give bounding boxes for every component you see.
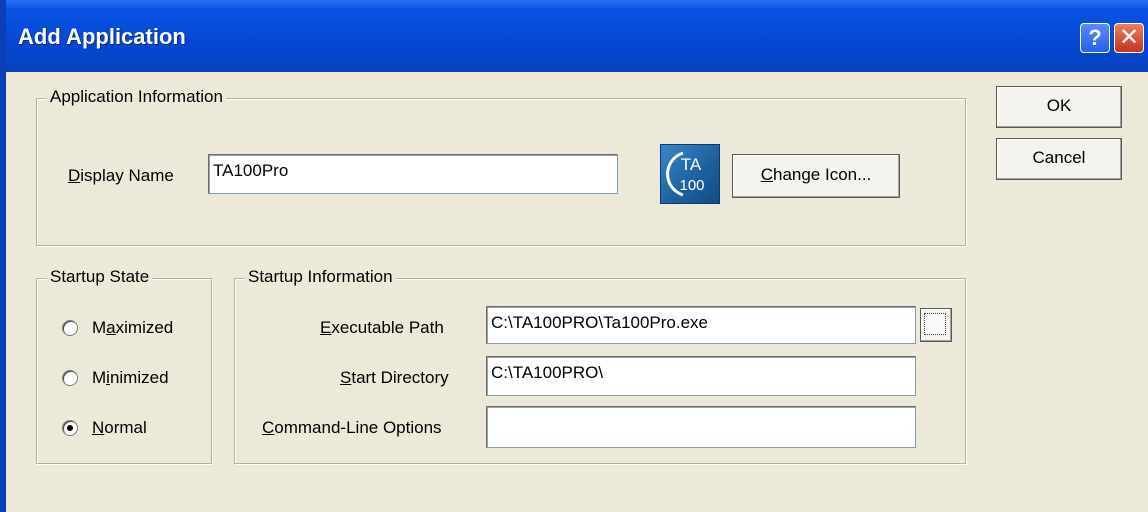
browse-icon xyxy=(924,313,946,335)
application-icon: TA 100 xyxy=(660,144,720,204)
application-information-legend: Application Information xyxy=(47,87,226,107)
change-icon-button[interactable]: Change Icon... xyxy=(732,154,900,198)
display-name-label-rest: isplay Name xyxy=(80,166,174,185)
radio-normal-label: Normal xyxy=(92,418,147,437)
help-icon: ? xyxy=(1088,25,1102,50)
radio-maximized-label: Maximized xyxy=(92,318,174,337)
ok-button[interactable]: OK xyxy=(996,86,1122,128)
close-icon: ✕ xyxy=(1118,24,1140,51)
command-line-options-label: Command-Line Options xyxy=(262,418,442,437)
cancel-button[interactable]: Cancel xyxy=(996,138,1122,180)
ta100-logo-icon: TA 100 xyxy=(666,151,705,197)
startup-state-legend: Startup State xyxy=(47,267,153,287)
executable-path-input[interactable]: C:\TA100PRO\Ta100Pro.exe xyxy=(486,306,916,344)
add-application-dialog: Add Application ? ✕ Application Informat… xyxy=(0,0,1148,512)
radio-minimized-label: Minimized xyxy=(92,368,169,387)
help-button[interactable]: ? xyxy=(1080,23,1110,53)
executable-path-label: Executable Path xyxy=(320,318,444,337)
startup-information-legend: Startup Information xyxy=(245,267,396,287)
display-name-input[interactable]: TA100Pro xyxy=(208,154,618,194)
radio-maximized-circle[interactable] xyxy=(62,320,78,336)
radio-normal-selected-dot xyxy=(67,425,73,431)
start-directory-label: Start Directory xyxy=(340,368,449,387)
icon-text-bottom: 100 xyxy=(679,177,704,194)
radio-normal-circle[interactable] xyxy=(62,420,78,436)
display-name-label: Display Name xyxy=(68,166,174,185)
browse-executable-button[interactable] xyxy=(920,308,952,342)
window-title: Add Application xyxy=(18,24,186,49)
radio-minimized-circle[interactable] xyxy=(62,370,78,386)
title-bar[interactable]: Add Application ? ✕ xyxy=(6,0,1148,72)
change-icon-label: hange Icon... xyxy=(772,165,872,184)
start-directory-input[interactable]: C:\TA100PRO\ xyxy=(486,356,916,396)
icon-text-top: TA xyxy=(681,155,702,174)
close-button[interactable]: ✕ xyxy=(1114,23,1144,53)
command-line-options-input[interactable] xyxy=(486,406,916,448)
